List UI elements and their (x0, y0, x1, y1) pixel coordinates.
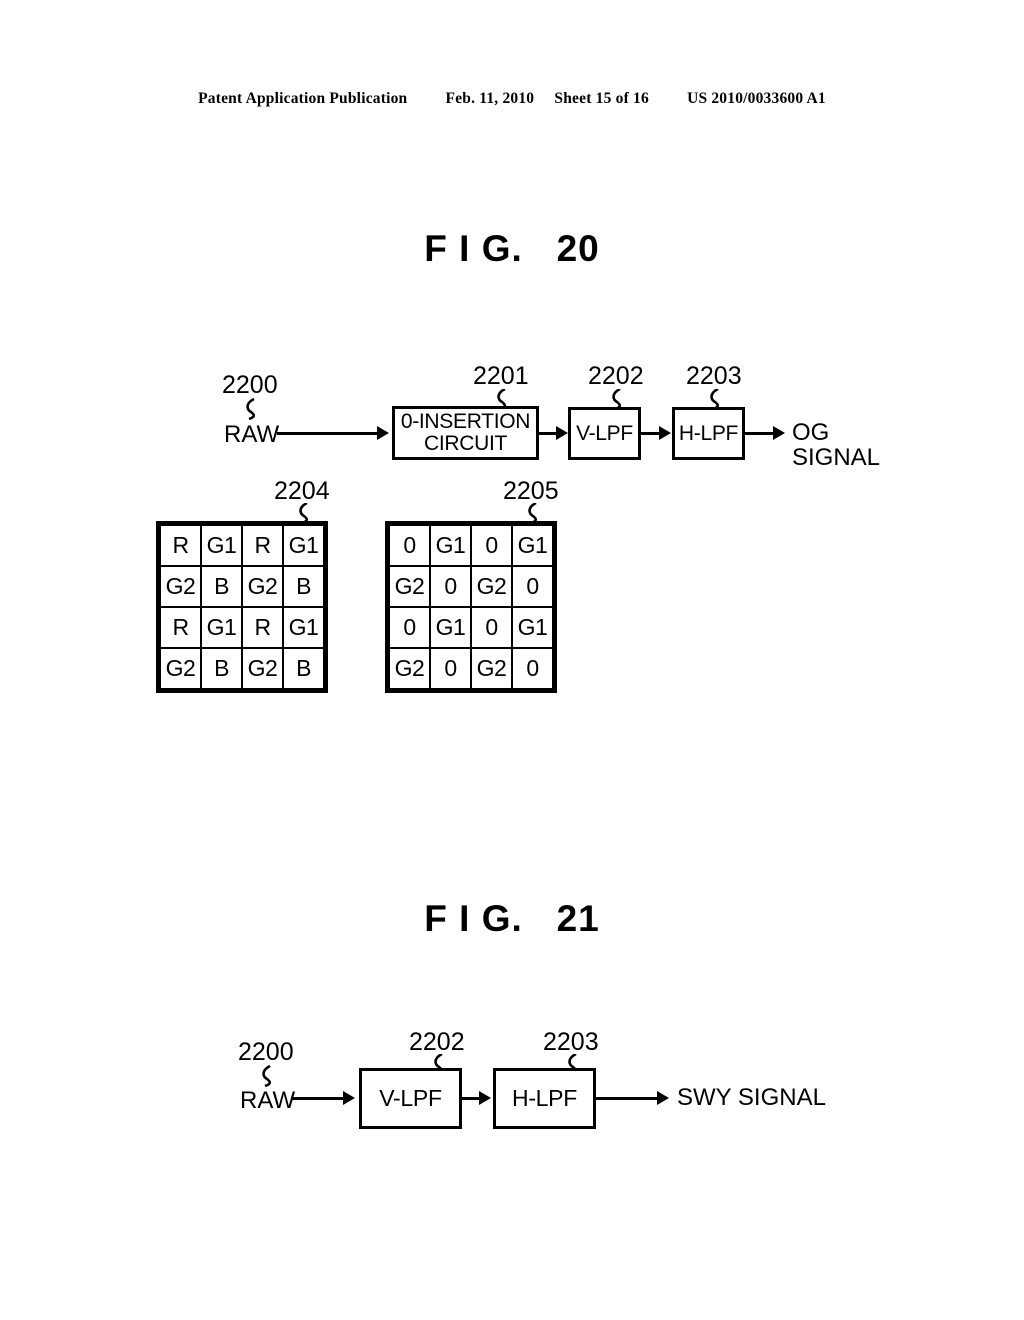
matrix-cell: 0 (390, 526, 429, 565)
figure-20-matrix-1-ref: 2205 (503, 477, 559, 505)
arrowhead-2201-to-2202 (556, 426, 568, 440)
figure-20-matrix-2205: 0 G1 0 G1 G2 0 G2 0 0 G1 0 G1 G2 0 G2 0 (385, 521, 557, 693)
matrix-cell: G2 (472, 567, 511, 606)
matrix-cell: R (161, 526, 200, 565)
figure-21-block-1: H-LPF (493, 1068, 596, 1129)
arrowhead-raw-to-vlpf-fig21 (343, 1091, 355, 1105)
lead-line-2204 (299, 503, 309, 523)
figure-21-block-1-ref: 2203 (543, 1028, 599, 1056)
matrix-cell: R (161, 608, 200, 647)
matrix-cell: 0 (472, 526, 511, 565)
figure-20-matrix-2204: R G1 R G1 G2 B G2 B R G1 R G1 G2 B G2 B (156, 521, 328, 693)
arrowhead-vlpf-to-hlpf-fig21 (479, 1091, 491, 1105)
figure-21-block-0: V-LPF (359, 1068, 462, 1129)
matrix-cell: 0 (431, 567, 470, 606)
connector-raw-to-2201 (277, 432, 377, 435)
figure-20-block-0: 0-INSERTION CIRCUIT (392, 406, 539, 460)
matrix-cell: G2 (472, 649, 511, 688)
matrix-cell: G2 (390, 567, 429, 606)
lead-line-2202-fig20 (612, 389, 622, 409)
matrix-cell: B (202, 649, 241, 688)
matrix-cell: 0 (431, 649, 470, 688)
arrowhead-2202-to-2203 (659, 426, 671, 440)
header-patent-number: US 2010/0033600 A1 (687, 90, 826, 107)
arrowhead-hlpf-to-output-fig21 (657, 1091, 669, 1105)
figure-20-output-label: OG SIGNAL (792, 419, 881, 472)
matrix-cell: 0 (513, 649, 552, 688)
matrix-cell: G1 (431, 526, 470, 565)
matrix-cell: 0 (472, 608, 511, 647)
arrowhead-2203-to-output (773, 426, 785, 440)
matrix-cell: G2 (390, 649, 429, 688)
figure-20-block-2: H-LPF (672, 407, 745, 460)
matrix-cell: G1 (202, 526, 241, 565)
matrix-cell: 0 (390, 608, 429, 647)
matrix-cell: B (284, 567, 323, 606)
matrix-cell: 0 (513, 567, 552, 606)
matrix-cell: G1 (431, 608, 470, 647)
figure-20-block-1-ref: 2202 (588, 362, 644, 390)
figure-20-block-0-ref: 2201 (473, 362, 529, 390)
matrix-cell: G2 (243, 567, 282, 606)
figure-20-block-1: V-LPF (568, 407, 641, 460)
figure-20-matrix-0-ref: 2204 (274, 477, 330, 505)
matrix-cell: G1 (513, 526, 552, 565)
figure-20-input-label: RAW (224, 421, 280, 448)
figure-21-block-0-ref: 2202 (409, 1028, 465, 1056)
figure-20-title: F I G. 20 (424, 228, 600, 269)
header-sheet: Sheet 15 of 16 (554, 90, 649, 107)
lead-line-2200-fig20 (246, 398, 256, 420)
figure-20-block-2-ref: 2203 (686, 362, 742, 390)
figure-21-output-label: SWY SIGNAL (677, 1084, 826, 1111)
matrix-cell: G1 (284, 526, 323, 565)
matrix-cell: G2 (243, 649, 282, 688)
header-date: Feb. 11, 2010 (445, 90, 535, 107)
lead-line-2205 (528, 503, 538, 523)
figure-20-input-ref: 2200 (222, 371, 278, 399)
figure-21-input-label: RAW (240, 1087, 296, 1114)
matrix-cell: G1 (513, 608, 552, 647)
matrix-cell: R (243, 608, 282, 647)
matrix-cell: G1 (202, 608, 241, 647)
lead-line-2203-fig20 (710, 389, 720, 409)
figure-21-input-ref: 2200 (238, 1038, 294, 1066)
connector-hlpf-to-output-fig21 (596, 1097, 662, 1100)
arrowhead-raw-to-2201 (377, 426, 389, 440)
figure-21-title: F I G. 21 (424, 898, 600, 939)
connector-raw-to-vlpf-fig21 (292, 1097, 344, 1100)
matrix-cell: R (243, 526, 282, 565)
matrix-cell: G2 (161, 649, 200, 688)
matrix-cell: B (202, 567, 241, 606)
header-publication: Patent Application Publication (198, 90, 408, 107)
matrix-cell: B (284, 649, 323, 688)
matrix-cell: G1 (284, 608, 323, 647)
page-header: Patent Application Publication Feb. 11, … (0, 90, 1024, 108)
matrix-cell: G2 (161, 567, 200, 606)
lead-line-2200-fig21 (262, 1065, 272, 1087)
